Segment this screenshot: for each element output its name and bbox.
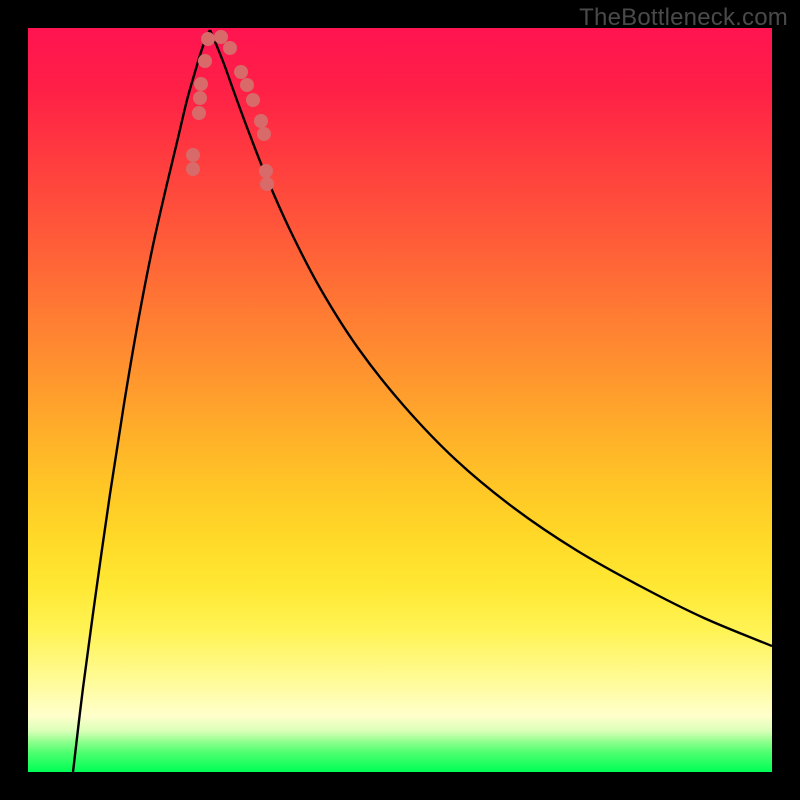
data-point-marker: [240, 78, 254, 92]
right-branch-curve: [210, 30, 772, 646]
watermark-text: TheBottleneck.com: [579, 4, 788, 32]
data-point-marker: [198, 54, 212, 68]
chart-container: TheBottleneck.com: [0, 0, 800, 800]
data-point-marker: [260, 177, 274, 191]
data-point-marker: [223, 41, 237, 55]
data-point-marker: [214, 30, 228, 44]
data-point-marker: [186, 162, 200, 176]
data-point-marker: [201, 32, 215, 46]
data-point-marker: [194, 77, 208, 91]
left-branch-curve: [73, 30, 210, 772]
data-point-marker: [246, 93, 260, 107]
data-point-marker: [186, 148, 200, 162]
data-point-marker: [254, 114, 268, 128]
plot-area: [28, 28, 772, 772]
data-point-marker: [259, 164, 273, 178]
data-point-marker: [257, 127, 271, 141]
data-point-marker: [192, 106, 206, 120]
curve-group: [73, 30, 772, 772]
data-point-marker: [193, 91, 207, 105]
curve-layer: [28, 28, 772, 772]
data-point-marker: [234, 65, 248, 79]
